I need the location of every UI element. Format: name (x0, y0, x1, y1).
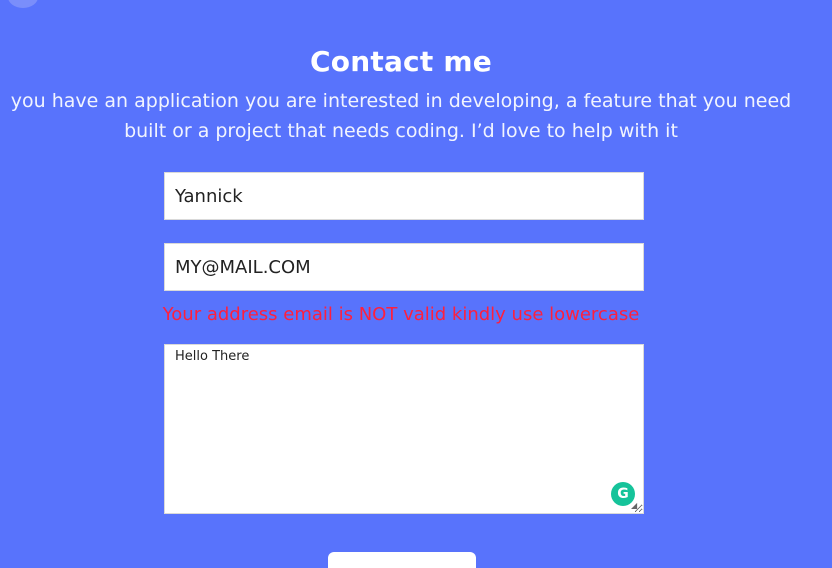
message-textarea[interactable]: Hello There (164, 344, 644, 514)
page-title: Contact me (310, 44, 492, 78)
contact-intro-text: you have an application you are interest… (10, 90, 792, 142)
resize-handle-icon[interactable]: ◢ (631, 501, 641, 511)
name-input[interactable] (164, 172, 644, 220)
corner-decoration (8, 0, 38, 8)
email-error-message: Your address email is NOT valid kindly u… (162, 304, 640, 325)
submit-button[interactable] (328, 552, 476, 568)
email-input[interactable] (164, 243, 644, 291)
